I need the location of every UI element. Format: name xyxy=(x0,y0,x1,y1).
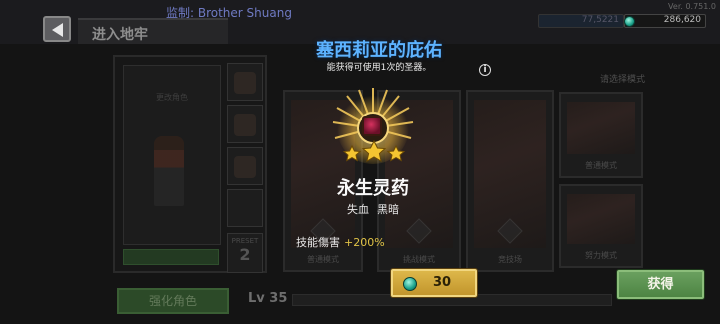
equip-thumb xyxy=(234,72,256,94)
character-card[interactable]: 更改角色 xyxy=(123,65,221,245)
mode-card-caption: 竞技场 xyxy=(498,255,522,264)
modal-subtitle: 能获得可使用1次的圣器。 xyxy=(326,63,432,73)
preset-number: 2 xyxy=(239,245,251,264)
equip-slot[interactable] xyxy=(227,105,263,143)
mode-card-art xyxy=(567,102,635,154)
purchase-cost-value: 30 xyxy=(433,275,452,290)
supervisor-credit: 监制: Brother Shuang xyxy=(166,6,292,20)
mode-card[interactable]: 竞技场 xyxy=(466,90,554,272)
equip-thumb xyxy=(234,156,256,178)
mode-card[interactable]: 努力模式 xyxy=(559,184,643,268)
mode-card-art xyxy=(567,194,635,244)
tab-enter-dungeon-label: 进入地牢 xyxy=(92,27,148,43)
modal-title: 塞西莉亚的庇佑 xyxy=(316,40,442,61)
obtain-button-label: 获得 xyxy=(647,277,674,292)
gem-icon xyxy=(624,16,635,27)
tab-enter-dungeon[interactable]: 进入地牢 xyxy=(78,18,228,44)
equip-slot[interactable] xyxy=(227,147,263,185)
preset-selector[interactable]: PRESET 2 xyxy=(227,233,263,273)
equip-slot[interactable] xyxy=(227,189,263,227)
mode-card-caption: 努力模式 xyxy=(585,251,617,260)
relic-effect: 技能傷害 +200% xyxy=(296,234,456,250)
strengthen-character-button[interactable]: 强化角色 xyxy=(117,288,229,314)
purchase-cost-button[interactable]: 30 xyxy=(391,269,477,297)
mode-card[interactable]: 普通模式 xyxy=(559,92,643,178)
change-character-label: 更改角色 xyxy=(156,93,188,102)
preset-label: PRESET xyxy=(231,237,259,245)
obtain-button[interactable]: 获得 xyxy=(617,270,704,299)
back-arrow-icon xyxy=(52,23,63,37)
back-button[interactable] xyxy=(43,16,71,42)
character-figure xyxy=(154,136,184,206)
equip-slot[interactable] xyxy=(227,63,263,101)
effect-value: +200% xyxy=(344,236,385,249)
character-action-bar[interactable] xyxy=(123,249,219,265)
currency-box-secondary: 77,5221 xyxy=(538,14,624,28)
elixir-icon xyxy=(362,116,382,136)
relic-name: 永生灵药 xyxy=(337,178,409,199)
effect-label: 技能傷害 xyxy=(296,236,340,249)
version-label: Ver. 0.751.0 xyxy=(668,2,716,11)
relic-tag: 黑暗 xyxy=(377,203,399,216)
level-label: Lv 35 xyxy=(248,291,288,306)
relic-tags: 失血 黑暗 xyxy=(320,201,426,217)
currency-box-gems: 286,620 xyxy=(624,14,706,28)
strengthen-character-label: 强化角色 xyxy=(148,294,197,308)
character-panel: 更改角色 PRESET 2 xyxy=(113,55,267,273)
info-icon[interactable]: i xyxy=(479,64,491,76)
three-star-rating-icon xyxy=(342,140,406,162)
mode-card-caption: 普通模式 xyxy=(585,161,617,170)
relic-tag: 失血 xyxy=(347,203,369,216)
select-mode-label: 请选择模式 xyxy=(600,75,646,85)
currency-secondary-value: 77,5221 xyxy=(581,15,619,25)
currency-gems-value: 286,620 xyxy=(663,15,701,25)
equip-thumb xyxy=(234,114,256,136)
gem-icon xyxy=(403,277,417,291)
